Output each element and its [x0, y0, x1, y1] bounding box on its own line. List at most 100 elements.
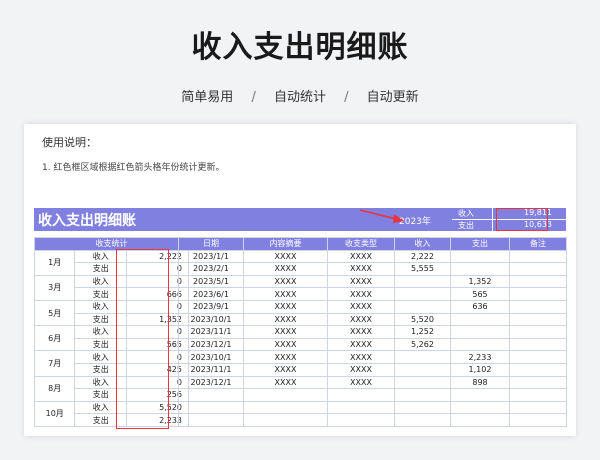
table-cell[interactable]: 2023/9/1 [178, 299, 244, 314]
table-cell[interactable] [450, 262, 510, 276]
table-cell[interactable]: XXXX [243, 274, 328, 289]
table-cell[interactable]: XXXX [327, 249, 395, 264]
table-row [178, 388, 567, 402]
table-cell[interactable]: 2023/1/1 [178, 249, 244, 264]
table-cell[interactable] [509, 274, 567, 289]
table-cell[interactable]: 636 [450, 299, 510, 314]
total-income-label: 收入 [458, 209, 474, 218]
table-cell[interactable] [450, 337, 510, 352]
table-cell[interactable] [509, 299, 567, 314]
table-cell[interactable] [509, 362, 567, 377]
table-cell[interactable]: 2023/11/1 [178, 362, 244, 377]
table-cell[interactable]: 5,262 [394, 337, 451, 352]
table-cell[interactable] [450, 413, 510, 427]
table-cell[interactable]: 565 [450, 287, 510, 301]
table-cell[interactable]: XXXX [327, 287, 395, 301]
table-cell[interactable] [509, 400, 567, 415]
table-cell[interactable] [394, 287, 451, 301]
table-row: 2023/10/1 XXXX XXXX 2,233 [178, 350, 567, 364]
table-cell[interactable]: XXXX [327, 299, 395, 314]
table-cell[interactable] [509, 287, 567, 301]
table-cell[interactable] [509, 375, 567, 390]
table-cell[interactable] [394, 413, 451, 427]
table-cell[interactable]: XXXX [327, 262, 395, 276]
table-cell[interactable] [450, 325, 510, 339]
table-cell[interactable] [450, 400, 510, 415]
table-cell[interactable] [509, 325, 567, 339]
table-cell[interactable] [394, 350, 451, 364]
table-cell[interactable] [327, 413, 395, 427]
table-cell[interactable]: 5,555 [394, 262, 451, 276]
table-cell[interactable]: XXXX [327, 337, 395, 352]
table-cell[interactable]: XXXX [327, 274, 395, 289]
table-cell[interactable]: 2023/10/1 [178, 312, 244, 327]
table-cell[interactable] [394, 388, 451, 402]
table-cell[interactable]: 2023/11/1 [178, 325, 244, 339]
table-cell[interactable]: 2023/6/1 [178, 287, 244, 301]
column-header[interactable]: 内容摘要 [243, 237, 328, 251]
column-header[interactable]: 收支类型 [327, 237, 395, 251]
table-cell[interactable]: 2023/12/1 [178, 337, 244, 352]
table-cell[interactable] [509, 249, 567, 264]
table-row: 2023/10/1 XXXX XXXX 5,520 [178, 312, 567, 327]
table-cell[interactable]: 2023/2/1 [178, 262, 244, 276]
table-cell[interactable] [509, 262, 567, 276]
table-cell[interactable]: 2,233 [450, 350, 510, 364]
table-cell[interactable] [178, 388, 244, 402]
table-cell[interactable]: XXXX [243, 362, 328, 377]
table-cell[interactable] [509, 350, 567, 364]
table-cell[interactable] [243, 388, 328, 402]
table-cell[interactable]: XXXX [243, 375, 328, 390]
table-cell[interactable]: 1,352 [450, 274, 510, 289]
table-cell[interactable]: 2023/5/1 [178, 274, 244, 289]
table-cell[interactable] [509, 388, 567, 402]
column-header[interactable]: 日期 [178, 237, 244, 251]
table-cell[interactable] [509, 312, 567, 327]
table-cell[interactable]: 1,102 [450, 362, 510, 377]
summary-month: 5月 [33, 299, 76, 327]
column-header[interactable]: 支出 [450, 237, 510, 251]
table-cell[interactable]: XXXX [243, 350, 328, 364]
table-cell[interactable]: XXXX [327, 362, 395, 377]
table-cell[interactable]: 1,252 [394, 325, 451, 339]
table-row: 2023/5/1 XXXX XXXX 1,352 [178, 274, 567, 289]
table-cell[interactable] [178, 400, 244, 415]
table-cell[interactable]: XXXX [327, 375, 395, 390]
table-cell[interactable]: 898 [450, 375, 510, 390]
table-cell[interactable] [394, 375, 451, 390]
table-cell[interactable]: XXXX [243, 312, 328, 327]
tagline-separator: / [344, 90, 349, 105]
table-cell[interactable] [394, 400, 451, 415]
table-cell[interactable] [327, 388, 395, 402]
tagline-auto-stats: 自动统计 [273, 90, 326, 105]
table-cell[interactable] [450, 249, 510, 264]
table-cell[interactable]: 2023/10/1 [178, 350, 244, 364]
table-cell[interactable] [394, 299, 451, 314]
table-cell[interactable]: XXXX [243, 299, 328, 314]
table-cell[interactable] [509, 413, 567, 427]
table-cell[interactable] [394, 274, 451, 289]
table-cell[interactable]: XXXX [243, 325, 328, 339]
table-cell[interactable]: XXXX [243, 287, 328, 301]
summary-month: 6月 [33, 325, 76, 352]
table-cell[interactable]: XXXX [243, 262, 328, 276]
table-cell[interactable] [394, 362, 451, 377]
red-arrow-icon [359, 209, 404, 223]
table-cell[interactable]: 2,222 [394, 249, 451, 264]
column-header[interactable]: 备注 [509, 237, 567, 251]
table-cell[interactable]: 5,520 [394, 312, 451, 327]
table-cell[interactable] [327, 400, 395, 415]
table-cell[interactable] [243, 400, 328, 415]
table-cell[interactable] [450, 388, 510, 402]
column-header[interactable]: 收入 [394, 237, 451, 251]
table-cell[interactable] [178, 413, 244, 427]
table-cell[interactable]: XXXX [327, 312, 395, 327]
table-cell[interactable] [509, 337, 567, 352]
table-cell[interactable]: XXXX [327, 350, 395, 364]
table-cell[interactable] [243, 413, 328, 427]
table-cell[interactable]: XXXX [243, 337, 328, 352]
table-cell[interactable]: 2023/12/1 [178, 375, 244, 390]
table-cell[interactable] [450, 312, 510, 327]
table-cell[interactable]: XXXX [327, 325, 395, 339]
table-cell[interactable]: XXXX [243, 249, 328, 264]
